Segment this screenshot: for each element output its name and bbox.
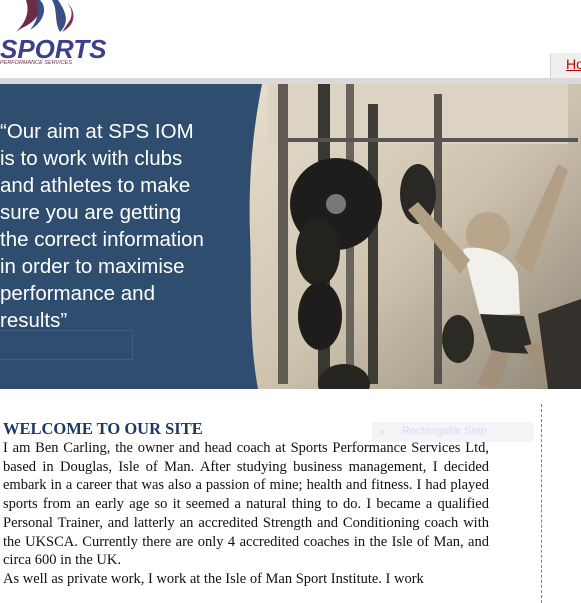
- quote-line: and athletes to make: [0, 174, 191, 197]
- nav-tab-home[interactable]: Ho: [550, 53, 581, 78]
- hero-quote: “Our aim at SPS IOM is to work with club…: [0, 118, 245, 334]
- quote-line: sure you are getting: [0, 201, 182, 224]
- quote-line: is to work with clubs: [0, 147, 183, 170]
- quote-line: in order to maximise: [0, 255, 185, 278]
- second-paragraph: As well as private work, I work at the I…: [3, 570, 424, 587]
- main-content: WELCOME TO OUR SITE I am Ben Carling, th…: [3, 419, 489, 589]
- quote-underline-box: [0, 330, 133, 360]
- welcome-heading: WELCOME TO OUR SITE: [3, 419, 203, 438]
- logo-subtext: PERFORMANCE SERVICES: [0, 60, 72, 66]
- hero-banner: “Our aim at SPS IOM is to work with club…: [0, 84, 581, 389]
- intro-paragraph: I am Ben Carling, the owner and head coa…: [3, 440, 489, 569]
- nav-link-home[interactable]: Ho: [566, 56, 581, 72]
- quote-line: “Our aim at SPS IOM: [0, 120, 194, 143]
- quote-line: performance and: [0, 282, 155, 305]
- company-logo[interactable]: SPORTS PERFORMANCE SERVICES: [0, 0, 130, 68]
- quote-line: the correct information: [0, 228, 204, 251]
- gym-photo: [249, 84, 581, 389]
- column-divider: [541, 404, 542, 603]
